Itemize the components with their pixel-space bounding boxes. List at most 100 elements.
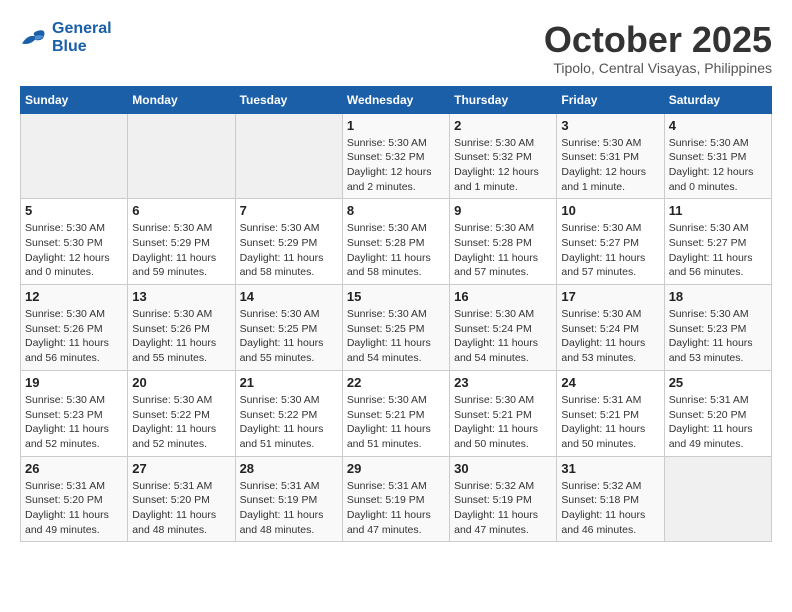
- day-number: 31: [561, 461, 659, 476]
- day-info: Sunrise: 5:32 AM Sunset: 5:18 PM Dayligh…: [561, 479, 659, 538]
- logo-text: General Blue: [52, 20, 112, 55]
- day-number: 4: [669, 118, 767, 133]
- calendar-cell: 2 Sunrise: 5:30 AM Sunset: 5:32 PM Daylig…: [450, 113, 557, 199]
- calendar-cell: 20 Sunrise: 5:30 AM Sunset: 5:22 PM Dayli…: [128, 370, 235, 456]
- weekday-header-sunday: Sunday: [21, 86, 128, 113]
- day-info: Sunrise: 5:30 AM Sunset: 5:24 PM Dayligh…: [561, 307, 659, 366]
- month-title: October 2025: [544, 20, 772, 60]
- calendar-cell: 4Sunrise: 5:30 AM Sunset: 5:31 PM Daylig…: [664, 113, 771, 199]
- day-number: 29: [347, 461, 445, 476]
- day-number: 27: [132, 461, 230, 476]
- day-number: 23: [454, 375, 552, 390]
- day-number: 13: [132, 289, 230, 304]
- day-info: Sunrise: 5:31 AM Sunset: 5:20 PM Dayligh…: [669, 393, 767, 452]
- calendar-cell: 6 Sunrise: 5:30 AM Sunset: 5:29 PM Daylig…: [128, 199, 235, 285]
- calendar-cell: 28Sunrise: 5:31 AM Sunset: 5:19 PM Dayli…: [235, 456, 342, 542]
- calendar-cell: [235, 113, 342, 199]
- day-info: Sunrise: 5:30 AM Sunset: 5:23 PM Dayligh…: [25, 393, 123, 452]
- day-info: Sunrise: 5:31 AM Sunset: 5:20 PM Dayligh…: [25, 479, 123, 538]
- location-text: Tipolo, Central Visayas, Philippines: [544, 60, 772, 76]
- calendar-cell: 22Sunrise: 5:30 AM Sunset: 5:21 PM Dayli…: [342, 370, 449, 456]
- calendar-cell: 10 Sunrise: 5:30 AM Sunset: 5:27 PM Dayli…: [557, 199, 664, 285]
- day-info: Sunrise: 5:30 AM Sunset: 5:27 PM Dayligh…: [561, 221, 659, 280]
- day-info: Sunrise: 5:30 AM Sunset: 5:29 PM Dayligh…: [132, 221, 230, 280]
- day-number: 24: [561, 375, 659, 390]
- calendar-cell: 18 Sunrise: 5:30 AM Sunset: 5:23 PM Dayli…: [664, 285, 771, 371]
- calendar-table: SundayMondayTuesdayWednesdayThursdayFrid…: [20, 86, 772, 543]
- day-info: Sunrise: 5:30 AM Sunset: 5:23 PM Dayligh…: [669, 307, 767, 366]
- day-number: 19: [25, 375, 123, 390]
- day-info: Sunrise: 5:30 AM Sunset: 5:24 PM Dayligh…: [454, 307, 552, 366]
- calendar-cell: 19 Sunrise: 5:30 AM Sunset: 5:23 PM Dayli…: [21, 370, 128, 456]
- day-info: Sunrise: 5:30 AM Sunset: 5:26 PM Dayligh…: [25, 307, 123, 366]
- day-number: 3: [561, 118, 659, 133]
- calendar-cell: 1 Sunrise: 5:30 AM Sunset: 5:32 PM Daylig…: [342, 113, 449, 199]
- day-info: Sunrise: 5:30 AM Sunset: 5:30 PM Dayligh…: [25, 221, 123, 280]
- day-info: Sunrise: 5:30 AM Sunset: 5:32 PM Dayligh…: [347, 136, 445, 195]
- calendar-cell: 29 Sunrise: 5:31 AM Sunset: 5:19 PM Dayli…: [342, 456, 449, 542]
- day-info: Sunrise: 5:30 AM Sunset: 5:25 PM Dayligh…: [347, 307, 445, 366]
- day-info: Sunrise: 5:30 AM Sunset: 5:26 PM Dayligh…: [132, 307, 230, 366]
- day-number: 7: [240, 203, 338, 218]
- day-info: Sunrise: 5:30 AM Sunset: 5:22 PM Dayligh…: [132, 393, 230, 452]
- calendar-cell: 30 Sunrise: 5:32 AM Sunset: 5:19 PM Dayli…: [450, 456, 557, 542]
- day-info: Sunrise: 5:31 AM Sunset: 5:20 PM Dayligh…: [132, 479, 230, 538]
- calendar-cell: 17 Sunrise: 5:30 AM Sunset: 5:24 PM Dayli…: [557, 285, 664, 371]
- page-header: General Blue October 2025 Tipolo, Centra…: [20, 20, 772, 76]
- calendar-cell: 8 Sunrise: 5:30 AM Sunset: 5:28 PM Daylig…: [342, 199, 449, 285]
- day-number: 12: [25, 289, 123, 304]
- day-info: Sunrise: 5:30 AM Sunset: 5:32 PM Dayligh…: [454, 136, 552, 195]
- calendar-cell: 31 Sunrise: 5:32 AM Sunset: 5:18 PM Dayli…: [557, 456, 664, 542]
- day-number: 22: [347, 375, 445, 390]
- day-number: 16: [454, 289, 552, 304]
- calendar-cell: 23Sunrise: 5:30 AM Sunset: 5:21 PM Dayli…: [450, 370, 557, 456]
- weekday-header-monday: Monday: [128, 86, 235, 113]
- day-number: 30: [454, 461, 552, 476]
- weekday-header-tuesday: Tuesday: [235, 86, 342, 113]
- day-info: Sunrise: 5:31 AM Sunset: 5:21 PM Dayligh…: [561, 393, 659, 452]
- calendar-cell: 3 Sunrise: 5:30 AM Sunset: 5:31 PM Daylig…: [557, 113, 664, 199]
- day-number: 26: [25, 461, 123, 476]
- weekday-header-wednesday: Wednesday: [342, 86, 449, 113]
- day-number: 9: [454, 203, 552, 218]
- calendar-cell: 7 Sunrise: 5:30 AM Sunset: 5:29 PM Daylig…: [235, 199, 342, 285]
- day-number: 6: [132, 203, 230, 218]
- calendar-cell: 13 Sunrise: 5:30 AM Sunset: 5:26 PM Dayli…: [128, 285, 235, 371]
- day-info: Sunrise: 5:30 AM Sunset: 5:31 PM Dayligh…: [561, 136, 659, 195]
- day-info: Sunrise: 5:30 AM Sunset: 5:27 PM Dayligh…: [669, 221, 767, 280]
- calendar-cell: 5Sunrise: 5:30 AM Sunset: 5:30 PM Daylig…: [21, 199, 128, 285]
- day-number: 14: [240, 289, 338, 304]
- calendar-cell: 12 Sunrise: 5:30 AM Sunset: 5:26 PM Dayli…: [21, 285, 128, 371]
- calendar-cell: 25 Sunrise: 5:31 AM Sunset: 5:20 PM Dayli…: [664, 370, 771, 456]
- logo-icon: [20, 27, 48, 49]
- day-number: 21: [240, 375, 338, 390]
- calendar-cell: 14Sunrise: 5:30 AM Sunset: 5:25 PM Dayli…: [235, 285, 342, 371]
- calendar-cell: [128, 113, 235, 199]
- day-number: 15: [347, 289, 445, 304]
- day-number: 10: [561, 203, 659, 218]
- day-number: 11: [669, 203, 767, 218]
- calendar-cell: 21 Sunrise: 5:30 AM Sunset: 5:22 PM Dayli…: [235, 370, 342, 456]
- day-number: 28: [240, 461, 338, 476]
- weekday-header-saturday: Saturday: [664, 86, 771, 113]
- calendar-cell: 16 Sunrise: 5:30 AM Sunset: 5:24 PM Dayli…: [450, 285, 557, 371]
- day-number: 2: [454, 118, 552, 133]
- day-info: Sunrise: 5:30 AM Sunset: 5:28 PM Dayligh…: [347, 221, 445, 280]
- day-number: 25: [669, 375, 767, 390]
- day-number: 1: [347, 118, 445, 133]
- calendar-cell: 26 Sunrise: 5:31 AM Sunset: 5:20 PM Dayli…: [21, 456, 128, 542]
- calendar-cell: 27 Sunrise: 5:31 AM Sunset: 5:20 PM Dayli…: [128, 456, 235, 542]
- calendar-cell: [664, 456, 771, 542]
- day-number: 8: [347, 203, 445, 218]
- calendar-cell: 11 Sunrise: 5:30 AM Sunset: 5:27 PM Dayli…: [664, 199, 771, 285]
- weekday-header-friday: Friday: [557, 86, 664, 113]
- day-info: Sunrise: 5:30 AM Sunset: 5:22 PM Dayligh…: [240, 393, 338, 452]
- day-info: Sunrise: 5:30 AM Sunset: 5:29 PM Dayligh…: [240, 221, 338, 280]
- day-number: 17: [561, 289, 659, 304]
- day-number: 20: [132, 375, 230, 390]
- logo: General Blue: [20, 20, 112, 55]
- day-info: Sunrise: 5:32 AM Sunset: 5:19 PM Dayligh…: [454, 479, 552, 538]
- calendar-cell: 9Sunrise: 5:30 AM Sunset: 5:28 PM Daylig…: [450, 199, 557, 285]
- day-number: 18: [669, 289, 767, 304]
- day-info: Sunrise: 5:31 AM Sunset: 5:19 PM Dayligh…: [347, 479, 445, 538]
